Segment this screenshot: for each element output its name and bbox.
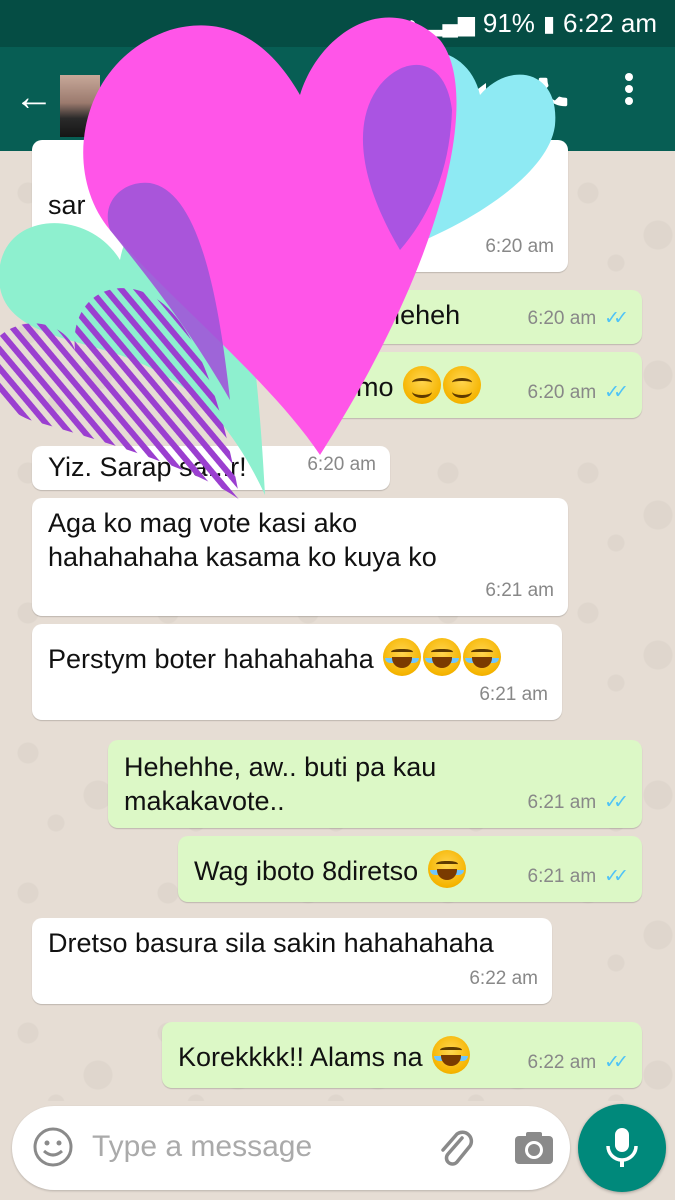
message-composer[interactable]: Type a message — [12, 1106, 570, 1190]
read-ticks-icon: ✓✓ — [604, 792, 629, 813]
message-text-content: Korekkkk!! Alams na — [178, 1042, 423, 1072]
message-bubble[interactable]: Hehehhe, aw.. buti pa kau makakavote.. 6… — [108, 740, 642, 828]
attach-icon[interactable] — [432, 1124, 478, 1170]
more-vert-icon[interactable] — [624, 71, 634, 116]
message-text: Hehehhe, aw.. buti pa kau makakavote.. — [124, 750, 436, 818]
laugh-emoji-icon — [463, 638, 502, 676]
video-call-icon[interactable] — [452, 77, 486, 116]
chat-header: ← — [0, 47, 675, 151]
read-ticks-icon: ✓✓ — [604, 1052, 629, 1073]
message-time: 6:21 am — [485, 580, 554, 601]
message-time: 6:21 am — [527, 866, 597, 887]
message-bubble[interactable]: Perstym boter hahahahaha 6:21 am — [32, 624, 562, 720]
smile-emoji-icon — [443, 366, 482, 404]
laugh-emoji-icon — [432, 1036, 471, 1074]
message-text: Yiz. Sarap sa...r! — [48, 452, 247, 482]
message-text-content: mo — [356, 372, 394, 402]
message-time: 6:21 am — [527, 792, 597, 813]
message-time: 6:22 am — [527, 1052, 597, 1073]
emoji-icon[interactable] — [32, 1126, 74, 1168]
message-time: 6:21 am — [479, 684, 548, 705]
mic-button[interactable] — [578, 1104, 666, 1192]
message-text: Korekkkk!! Alams na — [178, 1036, 471, 1074]
message-bubble[interactable]: Dretso basura sila sakin hahahahaha 6:22… — [32, 918, 552, 1004]
laugh-emoji-icon — [383, 638, 422, 676]
message-text-content: Perstym boter hahahahaha — [48, 644, 374, 674]
laugh-emoji-icon — [423, 638, 462, 676]
message-text: Aga ko mag vote kasi ako hahahahaha kasa… — [48, 506, 437, 574]
status-time: 6:22 am — [563, 8, 657, 38]
message-time: 6:20 am — [527, 308, 597, 329]
battery-percent: 91% — [482, 8, 535, 38]
phone-icon[interactable] — [534, 73, 572, 121]
message-line: makakavote.. — [124, 786, 285, 816]
message-text: mo — [356, 366, 482, 404]
message-bubble[interactable]: Wag iboto 8diretso 6:21 am ✓✓ — [178, 836, 642, 902]
avatar[interactable] — [60, 75, 100, 137]
read-ticks-icon: ✓✓ — [604, 866, 629, 887]
message-bubble[interactable]: sar 6:20 am — [32, 140, 568, 272]
message-line: Hehehhe, aw.. buti pa kau — [124, 752, 437, 782]
smile-emoji-icon — [403, 366, 442, 404]
laugh-emoji-icon — [427, 850, 466, 888]
read-ticks-icon: ✓✓ — [604, 382, 629, 403]
message-bubble[interactable]: hehheheh 6:20 am ✓✓ — [290, 290, 642, 344]
wifi-icon: ◔ — [404, 10, 418, 36]
message-time: 6:20 am — [307, 454, 376, 475]
arrow-left-icon[interactable]: ← — [14, 77, 54, 117]
status-bar: ◔ ▂▄▆ 91% ▮ 6:22 am — [0, 0, 675, 47]
message-line: hahahahaha kasama ko kuya ko — [48, 542, 437, 572]
read-ticks-icon: ✓✓ — [604, 308, 629, 329]
message-bubble[interactable]: Korekkkk!! Alams na 6:22 am ✓✓ — [162, 1022, 642, 1088]
message-bubble[interactable]: mo 6:20 am ✓✓ — [290, 352, 642, 418]
message-text: Wag iboto 8diretso — [194, 850, 466, 888]
camera-icon[interactable] — [512, 1126, 556, 1170]
message-line: Aga ko mag vote kasi ako — [48, 508, 358, 538]
message-text: hehheheh — [340, 300, 461, 330]
message-text-content: Wag iboto 8diretso — [194, 856, 419, 886]
message-bubble[interactable]: Yiz. Sarap sa...r! 6:20 am — [32, 446, 390, 490]
message-text: sar — [48, 190, 86, 220]
message-time: 6:22 am — [469, 968, 538, 989]
message-input[interactable]: Type a message — [92, 1130, 312, 1164]
mic-icon — [606, 1128, 638, 1167]
message-time: 6:20 am — [485, 236, 554, 257]
message-bubble[interactable]: Aga ko mag vote kasi ako hahahahaha kasa… — [32, 498, 568, 616]
message-text: Dretso basura sila sakin hahahahaha — [48, 928, 494, 958]
battery-icon: ▮ — [542, 10, 556, 36]
message-time: 6:20 am — [527, 382, 597, 403]
message-text: Perstym boter hahahahaha — [48, 638, 502, 676]
signal-icon: ▂▄▆ — [425, 10, 475, 36]
